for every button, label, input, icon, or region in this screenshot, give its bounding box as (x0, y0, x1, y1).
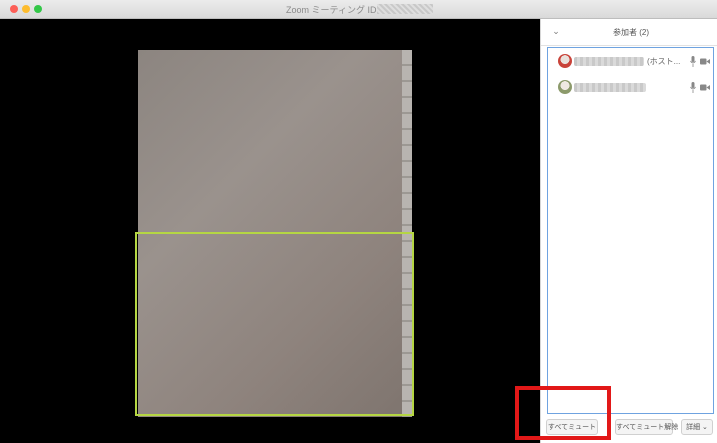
more-options-button[interactable]: 詳細 ⌄ (681, 419, 713, 435)
zoom-window: Zoom ミーティング ID ⌄ 参加者 (2) (ホスト... すべてミュート… (0, 0, 717, 443)
panel-header: ⌄ 参加者 (2) (541, 19, 717, 46)
active-speaker-frame (135, 232, 414, 416)
participant-row[interactable]: (ホスト... (548, 51, 713, 73)
avatar (558, 80, 572, 94)
window-title: Zoom ミーティング ID (286, 5, 377, 15)
panel-footer: すべてミュート すべてミュート解除 詳細 ⌄ (541, 413, 717, 443)
title-bar: Zoom ミーティング ID (0, 0, 717, 19)
minimize-window-button[interactable] (22, 5, 30, 13)
unmute-all-button[interactable]: すべてミュート解除 (615, 419, 678, 435)
panel-title: 参加者 (2) (613, 28, 649, 37)
participants-panel: ⌄ 参加者 (2) (ホスト... すべてミュート すべてミュート解除 詳細 ⌄ (540, 19, 717, 443)
microphone-icon[interactable] (690, 56, 696, 67)
participant-list: (ホスト... (547, 47, 714, 414)
microphone-icon[interactable] (690, 82, 696, 93)
meeting-id-redacted (377, 4, 433, 14)
avatar (558, 54, 572, 68)
chevron-down-icon[interactable]: ⌄ (551, 26, 561, 36)
zoom-window-button[interactable] (34, 5, 42, 13)
participant-row[interactable] (548, 77, 713, 99)
camera-icon[interactable] (700, 84, 710, 91)
video-area (0, 19, 540, 443)
host-tag: (ホスト... (647, 57, 681, 66)
close-window-button[interactable] (10, 5, 18, 13)
participant-name-redacted (574, 57, 644, 66)
participant-name-redacted (574, 83, 646, 92)
camera-icon[interactable] (700, 58, 710, 65)
mute-all-button[interactable]: すべてミュート (546, 419, 598, 435)
